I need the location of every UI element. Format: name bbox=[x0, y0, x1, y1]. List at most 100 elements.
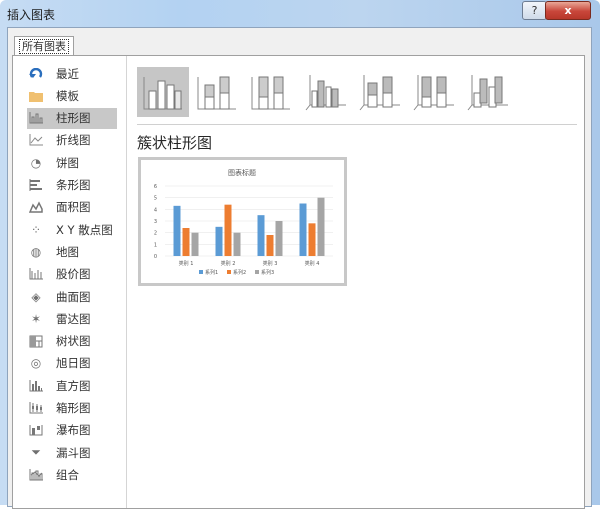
help-button[interactable]: ? bbox=[522, 1, 547, 20]
title-bar: 插入图表 ? x bbox=[0, 0, 600, 28]
sidebar-item-map-chart[interactable]: ◍ 地图 bbox=[27, 241, 117, 262]
bar-系列3-0 bbox=[191, 232, 199, 256]
bar-系列3-2 bbox=[275, 221, 283, 256]
tab-all-charts[interactable]: 所有图表 bbox=[14, 36, 74, 56]
subtype-clustered-column-button[interactable] bbox=[137, 67, 189, 117]
sidebar-item-label: 地图 bbox=[56, 244, 79, 259]
sidebar-item-label: 饼图 bbox=[56, 155, 79, 170]
sidebar-item-line-chart[interactable]: 折线图 bbox=[27, 130, 117, 151]
subtype-3d-column-button[interactable] bbox=[461, 67, 513, 117]
sidebar-item-combo-chart[interactable]: 组合 bbox=[27, 464, 117, 485]
3d-clustered-column-icon bbox=[305, 75, 346, 111]
y-tick-label: 4 bbox=[154, 207, 157, 213]
sidebar-item-bar-chart[interactable]: 条形图 bbox=[27, 175, 117, 196]
insert-chart-dialog: 插入图表 ? x 所有图表 最近模板柱形图折线图 ◔ 饼图条形图面积图 ⁘ X Y 散点… bbox=[0, 0, 600, 509]
sidebar-item-surface-chart[interactable]: ◈ 曲面图 bbox=[27, 286, 117, 307]
column-chart-icon bbox=[28, 110, 44, 126]
3d-column-icon bbox=[467, 75, 508, 111]
sidebar-item-radar-chart[interactable]: ✶ 雷达图 bbox=[27, 308, 117, 329]
bar-系列3-1 bbox=[233, 232, 241, 256]
bar-系列1-2 bbox=[257, 215, 265, 256]
area-chart-icon bbox=[28, 199, 44, 215]
legend-label: 系列2 bbox=[233, 269, 246, 276]
sidebar-item-label: 模板 bbox=[56, 88, 79, 103]
legend-label: 系列1 bbox=[205, 269, 218, 276]
bar-系列2-2 bbox=[266, 235, 274, 256]
sidebar-item-waterfall-chart[interactable]: 瀑布图 bbox=[27, 420, 117, 441]
sidebar-item-sunburst-chart[interactable]: ◎ 旭日图 bbox=[27, 353, 117, 374]
sidebar-item-folder[interactable]: 模板 bbox=[27, 85, 117, 106]
recent-icon bbox=[28, 66, 44, 82]
sidebar-item-label: 股价图 bbox=[56, 267, 91, 282]
x-tick-label: 类别 3 bbox=[263, 260, 278, 267]
sidebar-item-treemap-chart[interactable]: 树状图 bbox=[27, 331, 117, 352]
surface-chart-icon: ◈ bbox=[31, 289, 41, 304]
sidebar-item-label: 瀑布图 bbox=[56, 423, 91, 438]
bar-系列1-1 bbox=[215, 226, 223, 256]
sidebar-item-label: 面积图 bbox=[56, 200, 91, 215]
sidebar-item-funnel-chart[interactable]: ⏷ 漏斗图 bbox=[27, 442, 117, 463]
waterfall-chart-icon bbox=[28, 422, 44, 438]
chart-title: 图表标题 bbox=[228, 168, 256, 177]
sidebar-item-label: 曲面图 bbox=[56, 289, 91, 304]
y-tick-label: 2 bbox=[154, 231, 157, 237]
legend-swatch bbox=[199, 270, 203, 274]
sidebar-item-label: 最近 bbox=[56, 66, 79, 81]
sidebar-item-column-chart[interactable]: 柱形图 bbox=[27, 107, 117, 129]
sidebar-item-label: 雷达图 bbox=[56, 311, 91, 326]
sidebar-item-scatter-chart[interactable]: ⁘ X Y 散点图 bbox=[27, 219, 117, 240]
subtype-3d-clustered-column-button[interactable] bbox=[299, 67, 351, 117]
x-tick-label: 类别 2 bbox=[221, 260, 236, 267]
sidebar-item-label: 组合 bbox=[56, 467, 79, 482]
sidebar-item-histogram-chart[interactable]: 直方图 bbox=[27, 375, 117, 396]
sunburst-chart-icon: ◎ bbox=[30, 356, 42, 371]
legend-swatch bbox=[227, 270, 231, 274]
sidebar-item-label: 旭日图 bbox=[56, 356, 91, 371]
combo-chart-icon bbox=[28, 467, 44, 483]
bar-系列2-0 bbox=[182, 228, 190, 256]
line-chart-icon bbox=[28, 132, 44, 148]
subtype-3d-stacked-column-button[interactable] bbox=[353, 67, 405, 117]
tab-label: 所有图表 bbox=[19, 39, 69, 54]
subtype-3d-100-stacked-column-button[interactable] bbox=[407, 67, 459, 117]
pie-chart-icon: ◔ bbox=[30, 155, 42, 170]
dialog-title: 插入图表 bbox=[7, 8, 56, 22]
x-tick-label: 类别 1 bbox=[179, 260, 194, 267]
sidebar-item-area-chart[interactable]: 面积图 bbox=[27, 197, 117, 218]
sidebar-item-label: 折线图 bbox=[56, 133, 91, 148]
subtype-stacked-column-button[interactable] bbox=[191, 67, 243, 117]
chart-preview[interactable]: 图表标题 0 1 2 3 4 5 6 类别 1 类别 2 类别 3 类别 4 系列1 系列2 系列3 bbox=[138, 157, 347, 286]
box-whisker-chart-icon bbox=[28, 400, 44, 416]
stock-chart-icon bbox=[28, 266, 44, 282]
x-tick-label: 类别 4 bbox=[305, 260, 320, 267]
sidebar-item-label: 箱形图 bbox=[56, 401, 91, 415]
funnel-chart-icon: ⏷ bbox=[31, 445, 41, 460]
subtype-100-stacked-column-button[interactable] bbox=[245, 67, 297, 117]
y-tick-label: 1 bbox=[154, 242, 157, 248]
treemap-chart-icon bbox=[28, 333, 44, 349]
3d-100-stacked-column-icon bbox=[413, 75, 454, 111]
radar-chart-icon: ✶ bbox=[30, 311, 42, 326]
scatter-chart-icon: ⁘ bbox=[30, 222, 42, 237]
bar-系列1-0 bbox=[173, 205, 181, 256]
chart-panel: 最近模板柱形图折线图 ◔ 饼图条形图面积图 ⁘ X Y 散点图 ◍ 地图股价图 ◈ 曲面图 ✶ 雷达… bbox=[12, 55, 585, 509]
bar-系列3-3 bbox=[317, 197, 325, 256]
sidebar-item-recent[interactable]: 最近 bbox=[27, 63, 117, 84]
bar-系列2-3 bbox=[308, 223, 316, 256]
y-tick-label: 5 bbox=[154, 196, 157, 202]
y-tick-label: 3 bbox=[154, 219, 157, 225]
dialog-client: 所有图表 最近模板柱形图折线图 ◔ 饼图条形图面积图 ⁘ X Y 散点图 ◍ 地图股价图 ◈ 曲… bbox=[7, 27, 592, 509]
chart-type-list: 最近模板柱形图折线图 ◔ 饼图条形图面积图 ⁘ X Y 散点图 ◍ 地图股价图 ◈ 曲面图 ✶ 雷达… bbox=[13, 56, 127, 508]
folder-icon bbox=[28, 88, 44, 104]
sidebar-item-pie-chart[interactable]: ◔ 饼图 bbox=[27, 152, 117, 173]
100-stacked-column-icon bbox=[251, 76, 290, 110]
legend-label: 系列3 bbox=[261, 269, 274, 276]
sidebar-item-stock-chart[interactable]: 股价图 bbox=[27, 264, 117, 285]
bar-系列2-1 bbox=[224, 204, 232, 256]
preview-chart: 图表标题 0 1 2 3 4 5 6 类别 1 类别 2 类别 3 类别 4 系列1 系列2 系列3 bbox=[154, 168, 333, 276]
3d-stacked-column-icon bbox=[359, 75, 400, 111]
close-button[interactable]: x bbox=[545, 1, 591, 20]
subtype-title: 簇状柱形图 bbox=[137, 134, 213, 152]
sidebar-item-box-whisker-chart[interactable]: 箱形图 bbox=[27, 398, 117, 419]
map-chart-icon: ◍ bbox=[30, 244, 42, 259]
